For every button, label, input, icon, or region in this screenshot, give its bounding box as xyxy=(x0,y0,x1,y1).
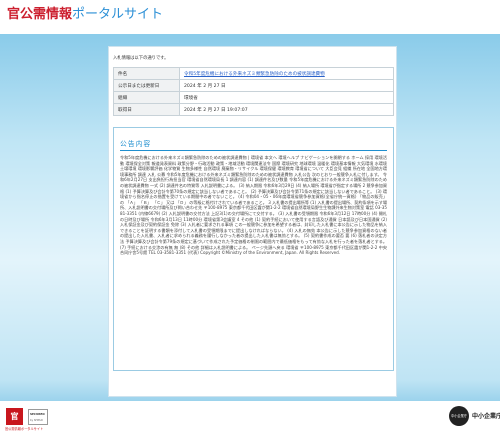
notice-body: 令和5年度危機における外来ネズミ類緊急防除のための被状調達費物 | 環境省 本文… xyxy=(120,155,387,256)
meta-value-organization: 環境省 xyxy=(179,91,394,104)
site-title-main: 官公需情報 xyxy=(7,7,73,22)
notice-divider xyxy=(120,150,387,151)
site-title[interactable]: 官公需情報ポータルサイト xyxy=(7,7,163,23)
site-title-sub: ポータルサイト xyxy=(72,7,164,22)
meta-key-acquired: 取得日 xyxy=(113,103,180,116)
notice-box: 公告内容 令和5年度危機における外来ネズミ類緊急防除のための被状調達費物 | 環… xyxy=(113,127,394,371)
secured-badge-icon[interactable]: SECURED by SHIELD xyxy=(28,409,48,425)
table-row: 取得日 2024 年 2 月 27 日 19:07:07 xyxy=(113,103,394,116)
meta-value-subject: 令和5年度危機における外来ネズミ類緊急防除のための被状調達費物 xyxy=(179,67,394,80)
meta-value-date: 2024 年 2 月 27 日 xyxy=(179,79,394,92)
meta-key-organization: 組織 xyxy=(113,91,180,104)
table-row: 公示日または更新日 2024 年 2 月 27 日 xyxy=(113,79,394,92)
kanpo-logo-icon[interactable]: 官 xyxy=(6,408,23,425)
bid-meta-table: 件名 令和5年度危機における外来ネズミ類緊急防除のための被状調達費物 公示日また… xyxy=(113,67,394,116)
lead-text: 入札情報は以下の通りです。 xyxy=(113,56,169,61)
agency-name[interactable]: 中小企業庁 xyxy=(472,411,500,420)
table-row: 組織 環境省 xyxy=(113,91,394,104)
kanpo-logo-label: 官公需情報ポータルサイト xyxy=(5,427,44,431)
content-panel: 入札情報は以下の通りです。 件名 令和5年度危機における外来ネズミ類緊急防除のた… xyxy=(108,46,397,397)
site-footer: 官 官公需情報ポータルサイト SECURED by SHIELD 中小企業庁 中… xyxy=(0,401,500,431)
subject-link[interactable]: 令和5年度危機における外来ネズミ類緊急防除のための被状調達費物 xyxy=(184,72,325,77)
meta-key-subject: 件名 xyxy=(113,67,180,80)
meta-key-date: 公示日または更新日 xyxy=(113,79,180,92)
meta-value-acquired: 2024 年 2 月 27 日 19:07:07 xyxy=(179,103,394,116)
site-header: 官公需情報ポータルサイト xyxy=(0,0,500,34)
secured-badge-line2: by SHIELD xyxy=(30,419,43,422)
secured-badge-line1: SECURED xyxy=(30,412,45,416)
table-row: 件名 令和5年度危機における外来ネズミ類緊急防除のための被状調達費物 xyxy=(113,67,394,80)
agency-emblem-icon[interactable]: 中小企業庁 xyxy=(449,406,469,426)
notice-title: 公告内容 xyxy=(120,140,152,148)
